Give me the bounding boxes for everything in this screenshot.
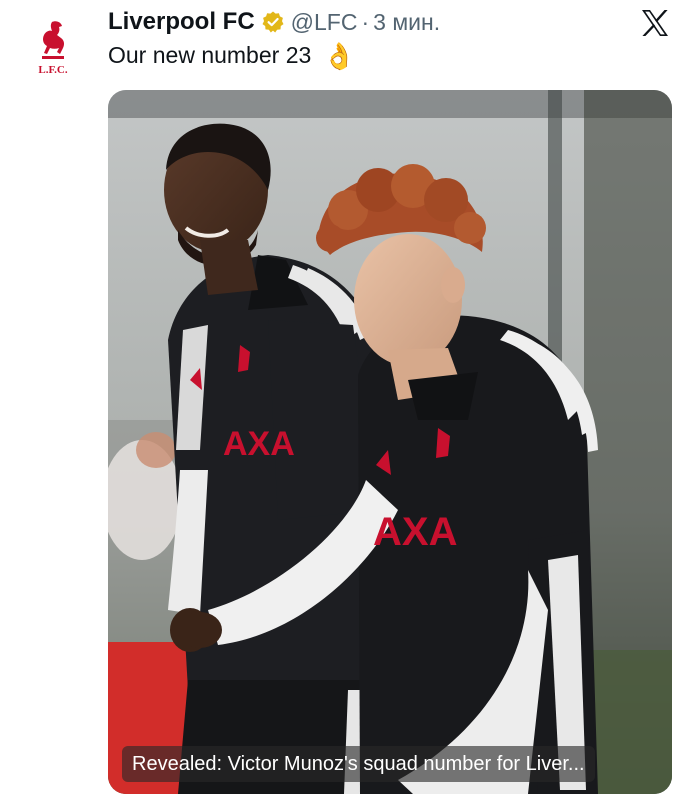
x-logo-icon[interactable] xyxy=(640,8,670,38)
tweet-card: L.F.C. Liverpool FC @LFC · 3 мин. Our ne… xyxy=(0,0,688,800)
training-photo-image: AXA AXA xyxy=(108,90,672,794)
account-handle[interactable]: @LFC xyxy=(291,9,358,36)
media-caption[interactable]: Revealed: Victor Munoz's squad number fo… xyxy=(122,746,595,782)
tweet-timestamp[interactable]: 3 мин. xyxy=(373,9,440,36)
svg-text:L.F.C.: L.F.C. xyxy=(38,64,67,76)
separator-dot: · xyxy=(361,8,370,35)
media-caption-text: Revealed: Victor Munoz's squad number fo… xyxy=(132,752,585,775)
lfc-crest-icon: L.F.C. xyxy=(38,21,68,76)
account-name[interactable]: Liverpool FC xyxy=(108,8,255,36)
tweet-text-content: Our new number 23 xyxy=(108,42,312,68)
tweet-media-photo[interactable]: AXA AXA Revealed: Victor Munoz's squad n… xyxy=(108,90,672,794)
account-avatar[interactable]: L.F.C. xyxy=(30,18,76,80)
tweet-text: Our new number 23 👌 xyxy=(108,42,356,69)
ok-hand-emoji: 👌 xyxy=(323,40,356,71)
svg-text:AXA: AXA xyxy=(373,510,457,554)
svg-text:AXA: AXA xyxy=(223,425,295,463)
verified-badge-icon xyxy=(262,11,284,33)
tweet-header: Liverpool FC @LFC · 3 мин. xyxy=(108,6,440,38)
